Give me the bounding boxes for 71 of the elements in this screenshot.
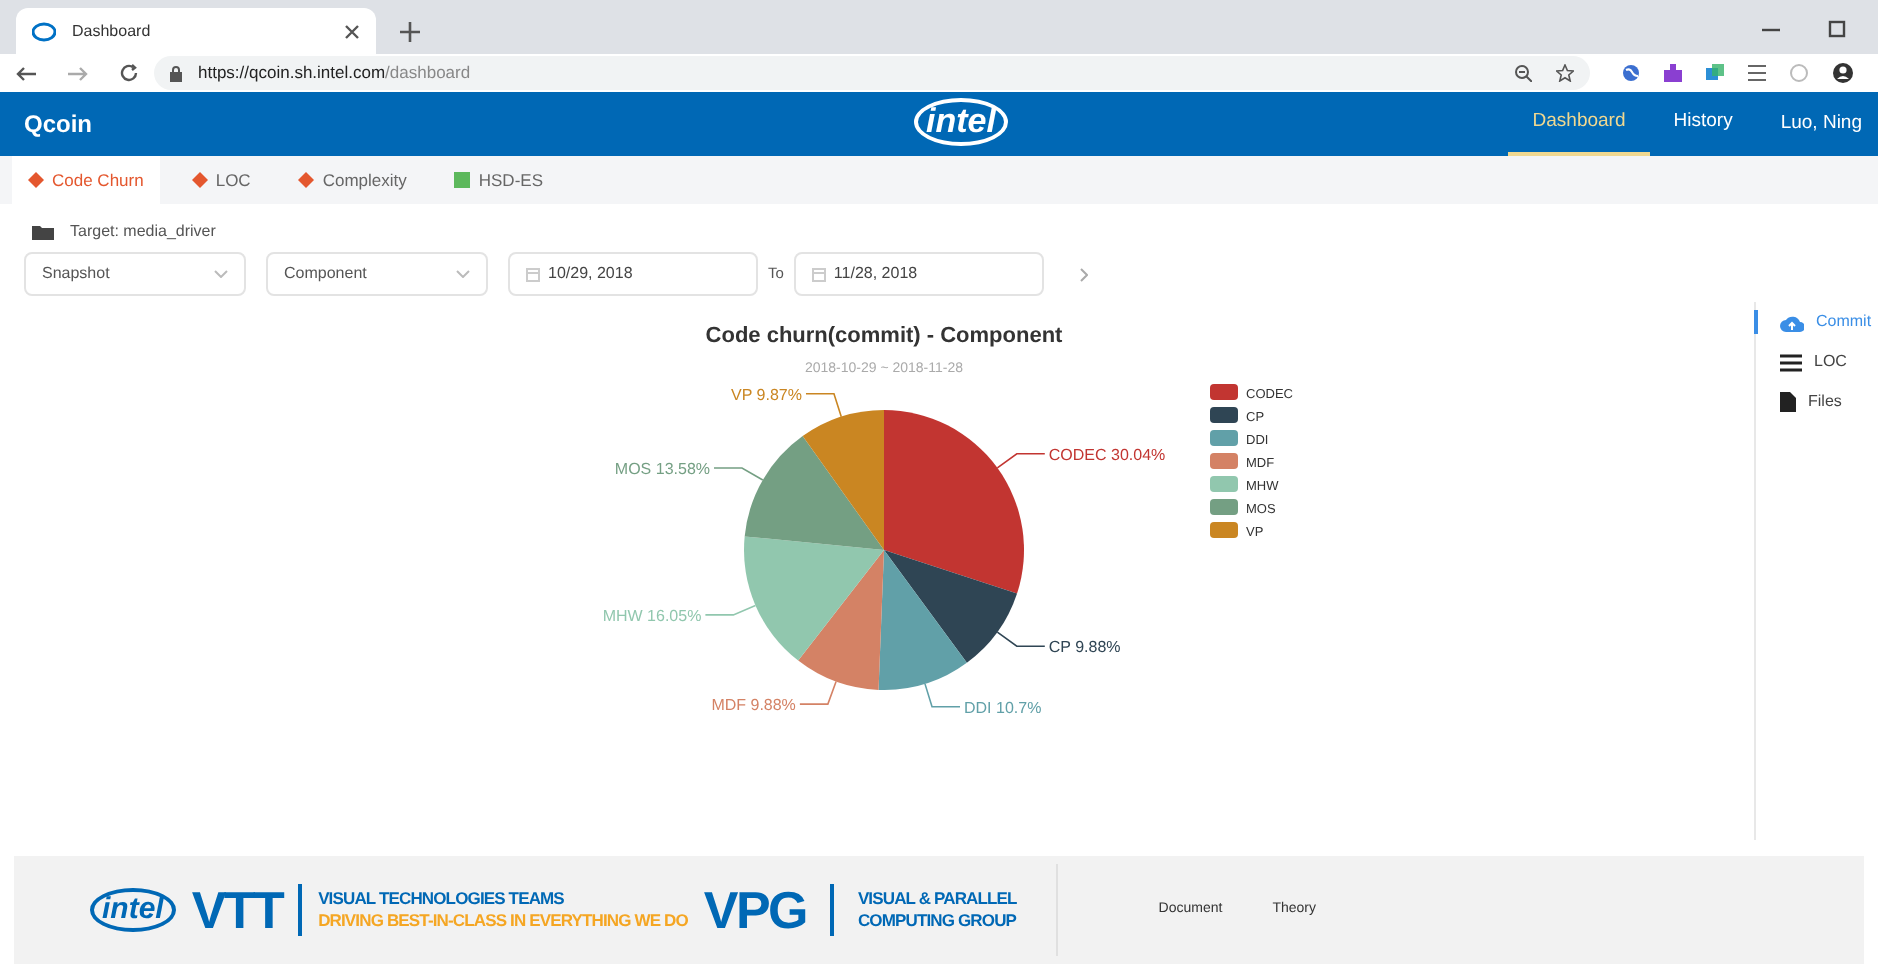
data-label: MOS 13.58% (614, 459, 710, 478)
chevron-down-icon (214, 270, 228, 278)
leader-line (996, 631, 1046, 648)
group-abbreviation: VPG (703, 877, 806, 943)
cloud-upload-icon (1780, 313, 1804, 331)
group-name: VISUAL & PARALLEL (857, 888, 1017, 910)
data-label: DDI 10.7% (964, 698, 1042, 717)
tab[interactable]: HSD-ES (438, 156, 559, 204)
date-field[interactable]: 10/29, 2018 (508, 252, 758, 296)
diamond-icon (191, 172, 208, 188)
leader-line (799, 680, 837, 705)
date-field[interactable]: 11/28, 2018 (793, 252, 1044, 296)
side-nav-item[interactable]: Files (1754, 390, 1878, 414)
dropdown[interactable]: Snapshot (24, 252, 246, 296)
data-label: MDF 9.88% (711, 696, 796, 715)
new-tab-icon[interactable] (400, 22, 420, 42)
team-abbreviation: VTT (191, 877, 283, 943)
tab[interactable]: Code Churn (12, 156, 160, 204)
back-icon[interactable] (16, 65, 36, 81)
app-name: Qcoin (24, 108, 93, 142)
chart-title: Code churn(commit) - Component (705, 324, 1063, 348)
address-bar[interactable]: https://qcoin.sh.intel.com/dashboard (154, 56, 1590, 90)
side-nav-item[interactable]: LOC (1754, 350, 1878, 374)
legend-swatch[interactable] (1210, 384, 1238, 400)
diamond-icon (28, 172, 44, 188)
data-label: CODEC 30.04% (1048, 445, 1166, 464)
legend-swatch[interactable] (1210, 430, 1238, 446)
reload-icon[interactable] (120, 64, 138, 82)
team-motto: DRIVING BEST-IN-CLASS IN EVERYTHING WE DO (318, 910, 688, 932)
puzzle-icon[interactable] (1664, 64, 1682, 82)
list-icon (1780, 353, 1802, 371)
tab[interactable]: LOC (175, 156, 267, 204)
diamond-icon (298, 172, 315, 188)
nav-link[interactable]: History (1649, 92, 1757, 156)
leader-line (924, 683, 961, 708)
intel-logo: intel (914, 98, 1008, 146)
intel-logo: intel (90, 888, 176, 932)
calendar-icon (811, 267, 826, 281)
zoom-icon[interactable] (1514, 64, 1532, 82)
leader-line (805, 393, 843, 418)
user-menu[interactable]: Luo, Ning (1756, 92, 1878, 156)
leader-line (704, 604, 757, 616)
target-label: Target: media_driver (70, 220, 216, 244)
tab-title: Dashboard (72, 19, 153, 43)
legend-swatch[interactable] (1210, 499, 1238, 515)
legend-swatch[interactable] (1210, 476, 1238, 492)
url-text: https://qcoin.sh.intel.com/dashboard (198, 60, 471, 86)
leader-line (713, 467, 764, 481)
folder-icon (32, 224, 54, 240)
data-label: CP 9.88% (1048, 638, 1121, 657)
tab[interactable]: Complexity (282, 156, 423, 204)
data-label: MHW 16.05% (602, 606, 702, 625)
group-name: COMPUTING GROUP (857, 910, 1017, 932)
browser-tab[interactable]: Dashboard (16, 8, 376, 54)
star-icon[interactable] (1556, 64, 1574, 82)
list-icon[interactable] (1748, 64, 1766, 82)
close-icon[interactable] (344, 23, 360, 39)
chevron-down-icon (456, 270, 470, 278)
legend-swatch[interactable] (1210, 407, 1238, 423)
maximize-icon[interactable] (1828, 20, 1846, 38)
square-icon (454, 172, 471, 188)
legend-swatch[interactable] (1210, 453, 1238, 469)
profile-icon[interactable] (1832, 62, 1854, 84)
lock-icon (170, 65, 182, 81)
dropdown[interactable]: Component (266, 252, 488, 296)
calendar-icon (526, 267, 540, 281)
legend-swatch[interactable] (1210, 522, 1238, 538)
leader-line (996, 452, 1046, 469)
data-label: VP 9.87% (731, 385, 802, 404)
team-name: VISUAL TECHNOLOGIES TEAMS (318, 888, 566, 910)
file-icon (1780, 392, 1796, 412)
